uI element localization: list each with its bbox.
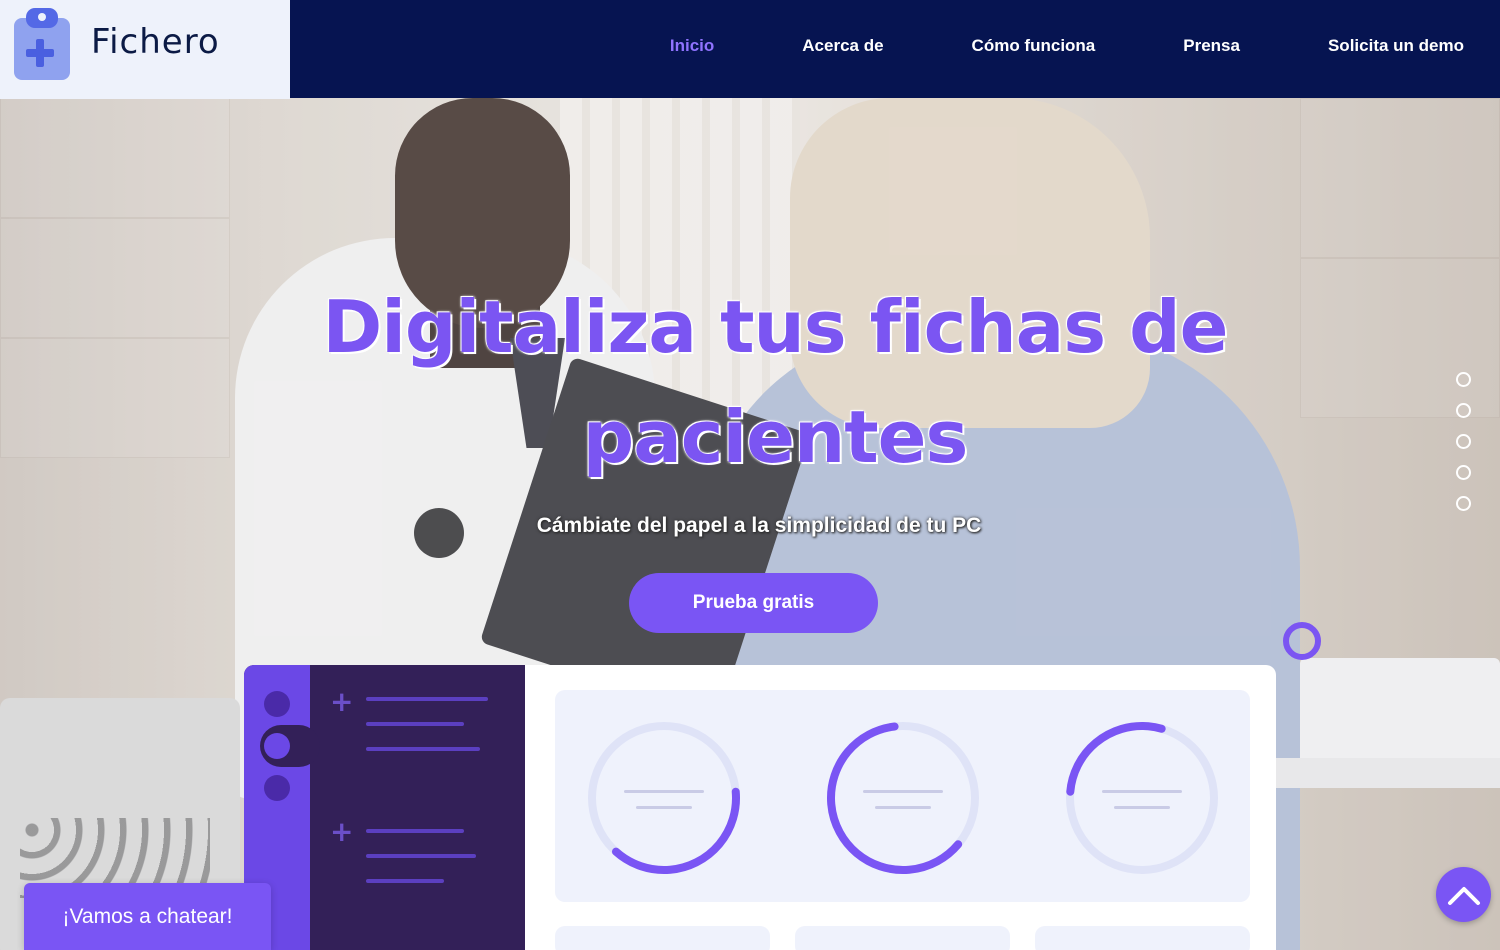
site-logo[interactable]: Fichero (0, 0, 290, 99)
chat-widget-button[interactable]: ¡Vamos a chatear! (24, 883, 271, 950)
dashboard-mini-card (795, 926, 1010, 950)
clipboard-medical-icon (14, 8, 70, 80)
hero-headline: Digitaliza tus fichas de pacientes (322, 285, 1228, 479)
dashboard-mini-card (555, 926, 770, 950)
slider-dot[interactable] (1456, 434, 1471, 449)
progress-gauge (1066, 722, 1218, 874)
main-nav: Inicio Acerca de Cómo funciona Prensa So… (582, 0, 1464, 92)
hero-subheadline: Cámbiate del papel a la simplicidad de t… (536, 514, 982, 537)
nav-link-inicio[interactable]: Inicio (670, 36, 714, 56)
slider-dot[interactable] (1456, 465, 1471, 480)
dashboard-sidebar-illustration: + + (244, 665, 526, 950)
slider-dots (1456, 372, 1472, 527)
progress-gauge (588, 722, 740, 874)
plus-icon: + (330, 815, 354, 848)
free-trial-button[interactable]: Prueba gratis (629, 573, 878, 633)
nav-link-como-funciona[interactable]: Cómo funciona (972, 36, 1096, 56)
nav-link-solicita-demo[interactable]: Solicita un demo (1328, 36, 1464, 56)
back-to-top-button[interactable] (1436, 867, 1491, 922)
chat-widget-label: ¡Vamos a chatear! (62, 904, 233, 928)
nav-link-prensa[interactable]: Prensa (1183, 36, 1240, 56)
dashboard-mini-card (1035, 926, 1250, 950)
chevron-up-icon (1447, 886, 1480, 905)
slider-dot[interactable] (1456, 496, 1471, 511)
nav-link-acerca-de[interactable]: Acerca de (802, 36, 883, 56)
plus-icon: + (330, 685, 354, 718)
progress-gauge (827, 722, 979, 874)
slider-dot[interactable] (1456, 372, 1471, 387)
slider-dot[interactable] (1456, 403, 1471, 418)
decorative-ring (1283, 622, 1321, 660)
logo-text: Fichero (91, 22, 220, 62)
